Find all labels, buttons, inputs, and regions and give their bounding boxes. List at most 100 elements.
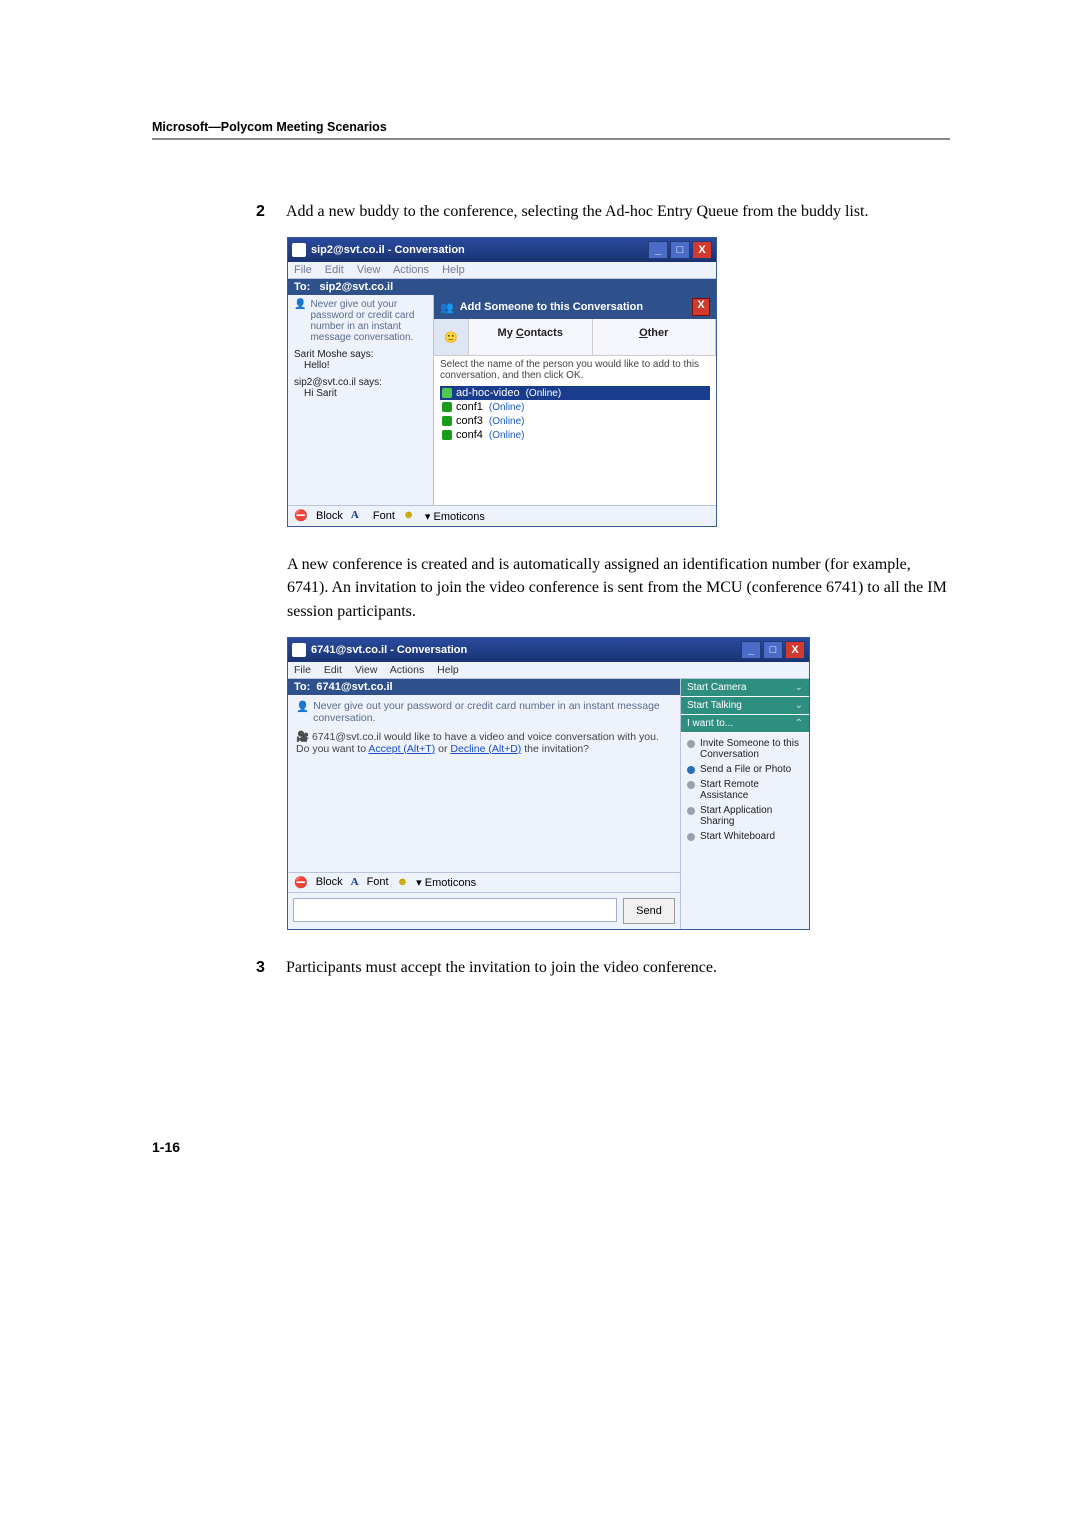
close-button[interactable]: X <box>692 241 712 259</box>
minimize-button[interactable]: _ <box>648 241 668 259</box>
chevron-down-icon: ⌄ <box>795 700 803 711</box>
emoticons-icon: ☻ <box>397 876 409 888</box>
step-number: 2 <box>256 200 286 223</box>
people-icon: 👥 <box>440 301 454 314</box>
security-warning: 👤 Never give out your password or credit… <box>296 700 672 724</box>
conversation-window-2: 6741@svt.co.il - Conversation _ □ X File… <box>287 637 810 930</box>
chevron-down-icon: ⌄ <box>795 682 803 693</box>
warning-text: Never give out your password or credit c… <box>313 700 672 724</box>
add-someone-instruction: Select the name of the person you would … <box>434 356 716 384</box>
msg-body: Hello! <box>304 360 427 371</box>
message-pane: 👤 Never give out your password or credit… <box>288 295 434 505</box>
side-start-camera[interactable]: Start Camera ⌄ <box>681 679 809 697</box>
screenshot-conference: 6741@svt.co.il - Conversation _ □ X File… <box>287 637 950 930</box>
presence-icon <box>442 416 452 426</box>
emoticons-button[interactable]: ▾ Emoticons <box>416 876 476 889</box>
contact-item[interactable]: conf1 (Online) <box>440 400 710 414</box>
menu-view[interactable]: View <box>355 664 378 676</box>
bullet-icon <box>687 807 695 815</box>
side-item-app-sharing[interactable]: Start Application Sharing <box>687 803 805 829</box>
menu-help[interactable]: Help <box>442 264 465 276</box>
block-icon: ⛔ <box>294 509 308 523</box>
warning-icon: 👤 <box>294 299 306 343</box>
contact-name: ad-hoc-video <box>456 387 520 399</box>
header-rule <box>152 138 950 140</box>
contact-name: conf3 <box>456 415 483 427</box>
contact-item[interactable]: conf3 (Online) <box>440 414 710 428</box>
bullet-icon <box>687 781 695 789</box>
bullet-icon <box>687 766 695 774</box>
add-someone-pane: 👥 Add Someone to this Conversation X 🙂 M… <box>434 295 716 505</box>
font-button[interactable]: Font <box>373 510 395 522</box>
contact-item[interactable]: conf4 (Online) <box>440 428 710 442</box>
side-start-talking[interactable]: Start Talking ⌄ <box>681 697 809 715</box>
contact-status: (Online) <box>489 430 525 441</box>
chat-body: 👤 Never give out your password or credit… <box>288 695 680 872</box>
menu-bar[interactable]: File Edit View Actions Help <box>288 662 809 679</box>
block-button[interactable]: Block <box>316 876 343 888</box>
send-button[interactable]: Send <box>623 898 675 924</box>
split-pane: 👤 Never give out your password or credit… <box>288 295 716 505</box>
step-3: 3 Participants must accept the invitatio… <box>256 956 950 979</box>
maximize-button[interactable]: □ <box>763 641 783 659</box>
add-someone-title: Add Someone to this Conversation <box>460 301 643 313</box>
menu-help[interactable]: Help <box>437 664 459 676</box>
side-item-whiteboard[interactable]: Start Whiteboard <box>687 829 805 844</box>
pane-close-button[interactable]: X <box>692 298 710 316</box>
tab-other[interactable]: Other <box>593 319 717 355</box>
menu-file[interactable]: File <box>294 664 311 676</box>
msg-body: Hi Sarit <box>304 388 427 399</box>
side-item-label: Send a File or Photo <box>700 764 791 775</box>
font-icon: A <box>351 876 359 888</box>
contact-item-adhoc[interactable]: ad-hoc-video (Online) <box>440 386 710 400</box>
menu-actions[interactable]: Actions <box>390 664 424 676</box>
to-label: To: <box>294 281 310 293</box>
to-value: sip2@svt.co.il <box>319 281 393 293</box>
side-item-remote-assist[interactable]: Start Remote Assistance <box>687 777 805 803</box>
message-input[interactable] <box>293 898 617 922</box>
menu-actions[interactable]: Actions <box>393 264 429 276</box>
contact-list[interactable]: ad-hoc-video (Online) conf1 (Online) con… <box>434 384 716 466</box>
side-panel: Start Camera ⌄ Start Talking ⌄ I want to… <box>680 679 809 929</box>
conversation-window-1: sip2@svt.co.il - Conversation _ □ X File… <box>287 237 717 527</box>
side-item-send-file[interactable]: Send a File or Photo <box>687 762 805 777</box>
contact-tabs: 🙂 My Contacts Other <box>434 319 716 356</box>
side-item-label: Start Whiteboard <box>700 831 775 842</box>
emoticons-button[interactable]: ▾ Emoticons <box>425 510 485 523</box>
app-icon <box>292 643 306 657</box>
accept-link[interactable]: Accept (Alt+T) <box>368 743 435 755</box>
tab-my-contacts[interactable]: My Contacts <box>469 319 593 355</box>
font-icon: A <box>351 509 365 523</box>
minimize-button[interactable]: _ <box>741 641 761 659</box>
decline-link[interactable]: Decline (Alt+D) <box>450 743 521 755</box>
to-bar: To: 6741@svt.co.il <box>288 679 680 695</box>
menu-file[interactable]: File <box>294 264 312 276</box>
invitation-message: 🎥 6741@svt.co.il would like to have a vi… <box>296 730 672 755</box>
menu-view[interactable]: View <box>357 264 381 276</box>
avatar-icon: 🙂 <box>434 319 469 355</box>
emoticons-icon: ☻ <box>403 509 417 523</box>
contact-status: (Online) <box>526 388 562 399</box>
contact-status: (Online) <box>489 416 525 427</box>
side-i-want-to[interactable]: I want to... ⌃ <box>681 715 809 733</box>
close-button[interactable]: X <box>785 641 805 659</box>
side-camera-label: Start Camera <box>687 682 746 693</box>
camera-icon: 🎥 <box>296 731 309 743</box>
to-label: To: <box>294 681 310 693</box>
document-page: Microsoft—Polycom Meeting Scenarios 2 Ad… <box>0 0 1080 1235</box>
side-want-label: I want to... <box>687 718 733 729</box>
presence-icon <box>442 430 452 440</box>
menu-edit[interactable]: Edit <box>325 264 344 276</box>
page-header: Microsoft—Polycom Meeting Scenarios <box>152 120 950 134</box>
presence-icon <box>442 402 452 412</box>
titlebar[interactable]: 6741@svt.co.il - Conversation _ □ X <box>288 638 809 662</box>
block-button[interactable]: Block <box>316 510 343 522</box>
maximize-button[interactable]: □ <box>670 241 690 259</box>
font-button[interactable]: Font <box>367 876 389 888</box>
menu-bar[interactable]: File Edit View Actions Help <box>288 262 716 279</box>
side-item-invite[interactable]: Invite Someone to this Conversation <box>687 736 805 762</box>
msg-from: Sarit Moshe says: <box>294 349 427 360</box>
menu-edit[interactable]: Edit <box>324 664 342 676</box>
titlebar[interactable]: sip2@svt.co.il - Conversation _ □ X <box>288 238 716 262</box>
side-item-label: Start Remote Assistance <box>700 779 805 801</box>
